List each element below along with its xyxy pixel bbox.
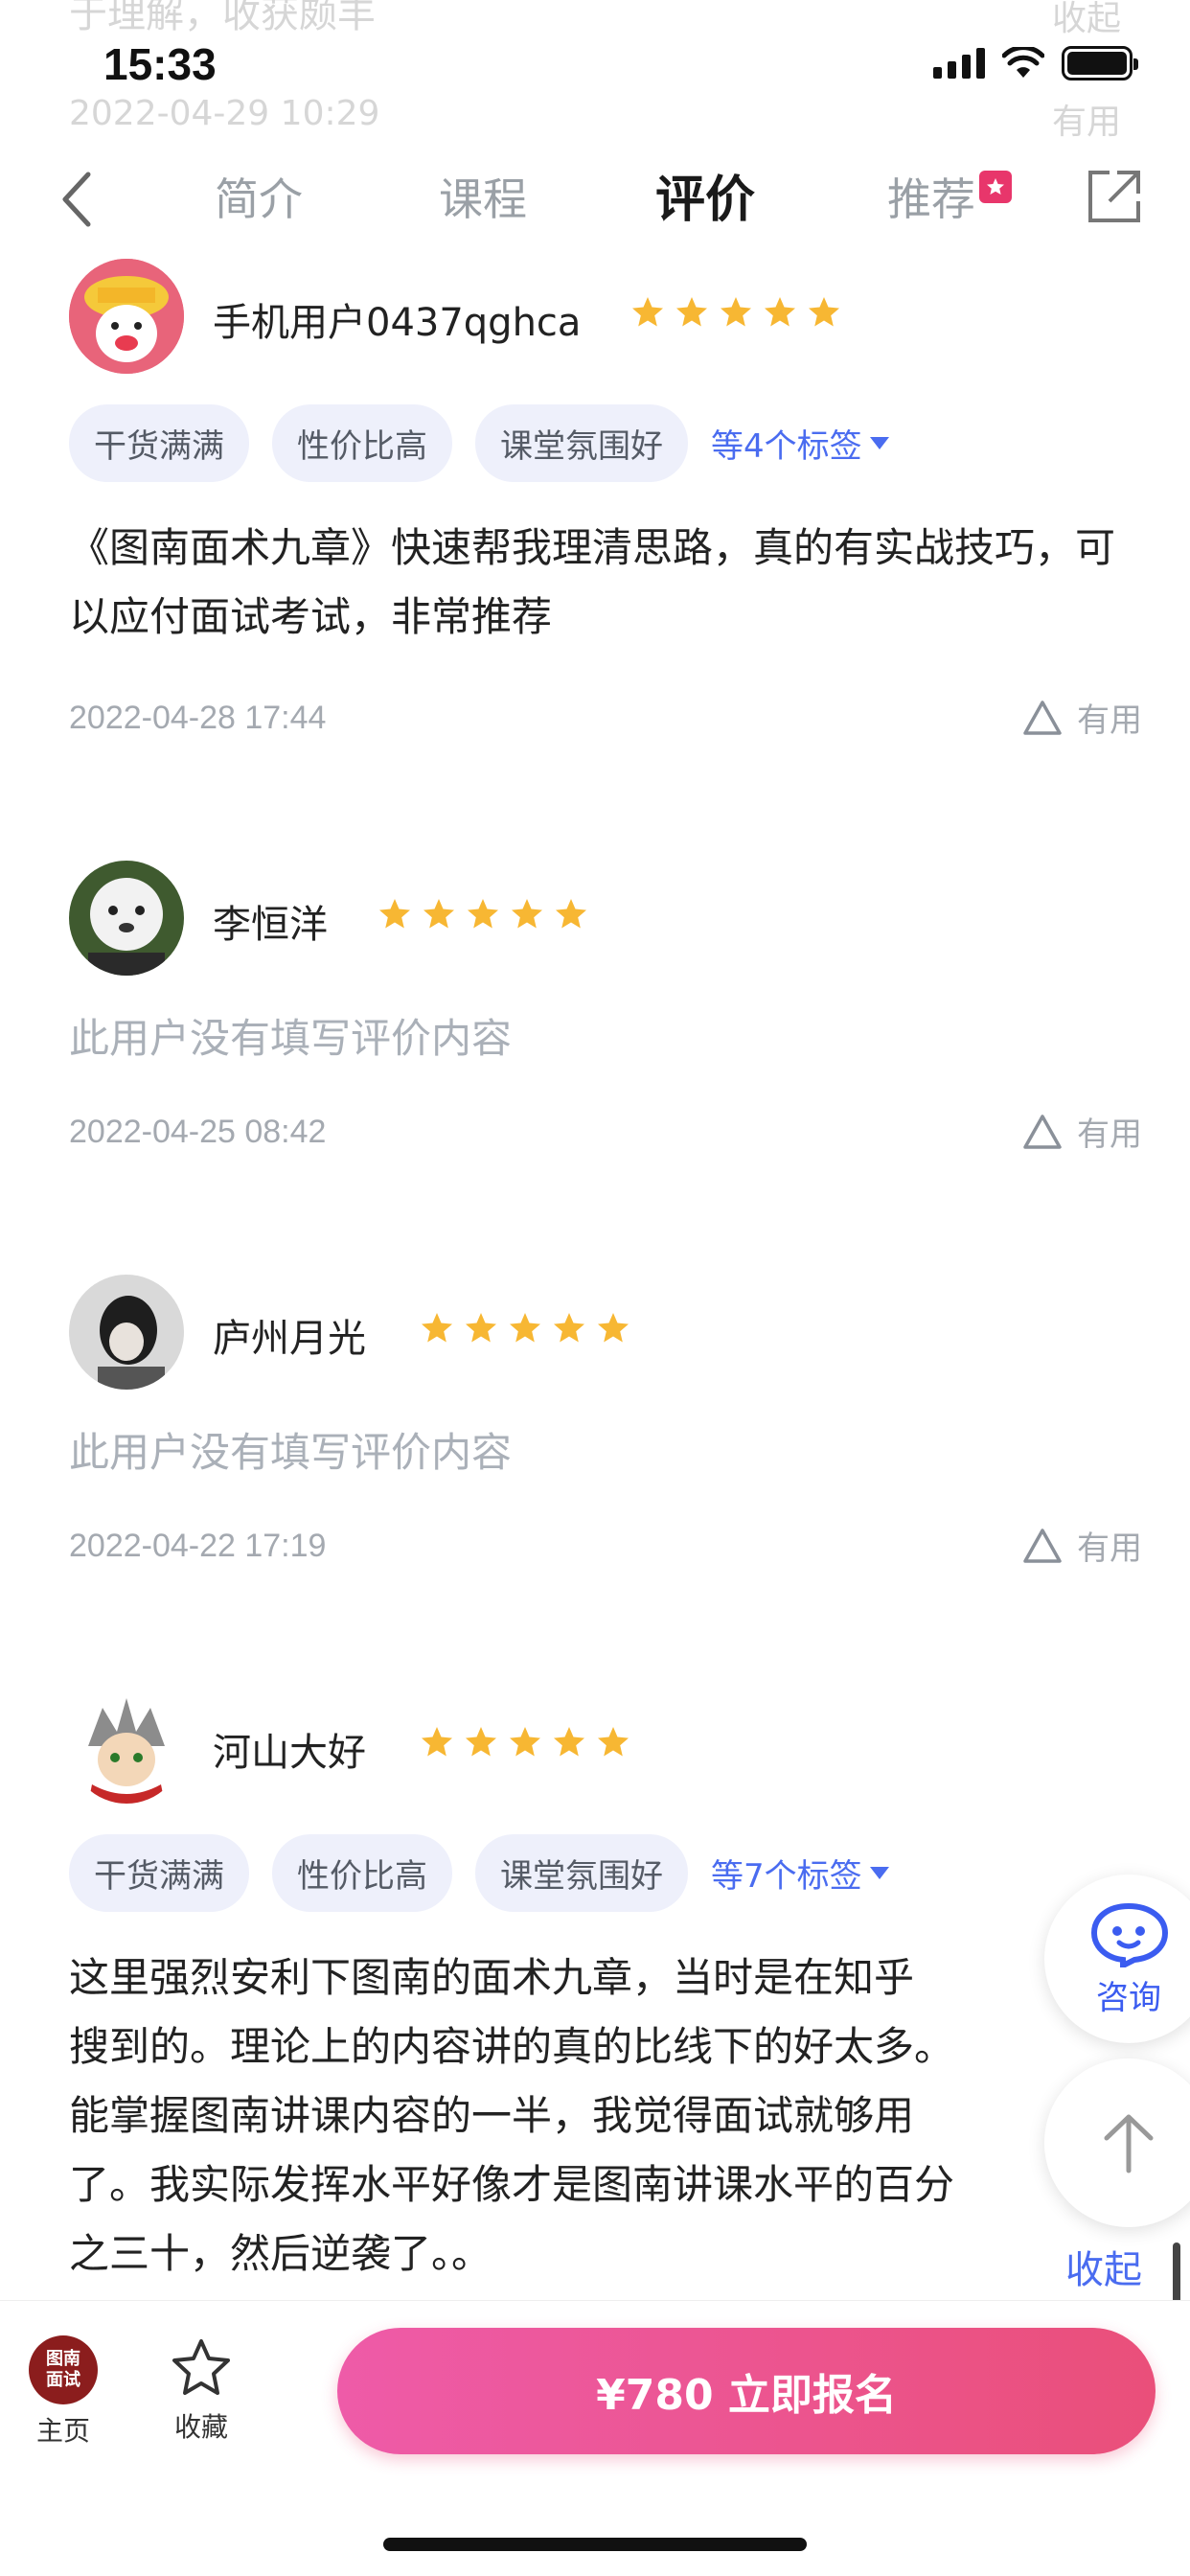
star-icon (596, 1725, 630, 1760)
thumbs-up-triangle-icon (1023, 1114, 1062, 1149)
more-tags-label: 等4个标签 (711, 427, 862, 466)
status-bar: 15:33 (0, 0, 1190, 134)
star-icon (420, 1311, 454, 1346)
review-text-line: 这里强烈安利下图南的面术九章，当时是在知乎 (69, 1954, 915, 2001)
tag-list: 干货满满 性价比高 课堂氛围好 等4个标签 (69, 404, 889, 482)
consult-label: 咨询 (1096, 1978, 1161, 2017)
tag: 课堂氛围好 (475, 404, 688, 482)
review-text-line: 了。我实际发挥水平好像才是图南讲课水平的百分 (69, 2161, 955, 2208)
battery-icon (1062, 46, 1138, 80)
tag-list: 干货满满 性价比高 课堂氛围好 等7个标签 (69, 1834, 889, 1912)
star-icon (378, 897, 412, 932)
username: 手机用户0437qghca (213, 301, 582, 345)
collapse-button[interactable]: 收起 (1065, 2239, 1142, 2294)
home-indicator (383, 2538, 807, 2551)
avatar[interactable] (69, 1275, 184, 1390)
chevron-left-icon (62, 172, 91, 227)
back-button[interactable] (48, 161, 105, 238)
share-button[interactable] (1081, 163, 1148, 230)
tab-intro[interactable]: 简介 (215, 165, 303, 228)
star-icon (422, 897, 456, 932)
enroll-button[interactable]: ¥780 立即报名 (337, 2328, 1156, 2454)
username: 河山大好 (213, 1731, 366, 1775)
star-icon (552, 1725, 586, 1760)
useful-label: 有用 (1077, 702, 1142, 740)
star-rating (630, 295, 841, 330)
tab-recommend[interactable]: 推荐 (887, 165, 975, 228)
star-icon (464, 1725, 498, 1760)
status-time: 15:33 (103, 39, 217, 89)
share-icon (1088, 171, 1140, 222)
wifi-icon (1002, 47, 1044, 78)
review-text-line: 能掌握图南讲课内容的一半，我觉得面试就够用 (69, 2092, 915, 2139)
arrow-up-icon (1104, 2114, 1154, 2174)
star-icon (675, 295, 709, 330)
favorite-label: 收藏 (173, 2411, 228, 2443)
star-icon (508, 1725, 542, 1760)
more-tags-toggle[interactable]: 等7个标签 (711, 1850, 889, 1897)
home-button[interactable]: 图南 面试 主页 (29, 2335, 98, 2449)
star-icon (508, 1311, 542, 1346)
useful-button[interactable]: 有用 (1021, 1108, 1142, 1155)
useful-label: 有用 (1077, 1116, 1142, 1154)
review-text: 这里强烈安利下图南的面术九章，当时是在知乎 搜到的。理论上的内容讲的真的比线下的… (69, 1944, 1142, 2288)
bottom-bar: 图南 面试 主页 收藏 ¥780 立即报名 (0, 2300, 1190, 2576)
more-tags-toggle[interactable]: 等4个标签 (711, 420, 889, 467)
star-icon (554, 897, 588, 932)
review-list: 手机用户0437qghca 干货满满 性价比高 课堂氛围好 等4个标签 《图南面… (23, 259, 1167, 2300)
tag: 课堂氛围好 (475, 1834, 688, 1912)
star-icon (719, 295, 753, 330)
tag: 干货满满 (69, 404, 249, 482)
tab-review[interactable]: 评价 (655, 159, 756, 231)
star-icon (630, 295, 665, 330)
tab-review-label: 评价 (655, 172, 756, 229)
star-rating (420, 1725, 630, 1760)
useful-button[interactable]: 有用 (1021, 1522, 1142, 1569)
chat-bot-icon (1090, 1902, 1169, 1967)
star-rating (378, 897, 588, 932)
favorite-button[interactable]: 收藏 (169, 2335, 234, 2445)
star-icon (596, 1311, 630, 1346)
review-text-line: 搜到的。理论上的内容讲的真的比线下的好太多。 (69, 2023, 955, 2070)
star-icon (763, 295, 797, 330)
review-text: 《图南面术九章》快速帮我理清思路，真的有实战技巧，可以应付面试考试，非常推荐 (69, 524, 1116, 640)
cellular-signal-icon (933, 48, 985, 79)
useful-button[interactable]: 有用 (1021, 694, 1142, 741)
tab-course[interactable]: 课程 (439, 165, 527, 228)
home-label: 主页 (35, 2415, 90, 2447)
review-text-empty: 此用户没有填写评价内容 (69, 1429, 513, 1476)
review-date: 2022-04-25 08:42 (69, 1114, 327, 1150)
thumbs-up-triangle-icon (1023, 1528, 1062, 1563)
star-icon (807, 295, 841, 330)
username: 李恒洋 (213, 903, 328, 947)
star-icon (510, 897, 544, 932)
star-icon (420, 1725, 454, 1760)
nav-bar: 简介 课程 评价 推荐 (0, 144, 1190, 259)
caret-down-icon (869, 1867, 889, 1879)
star-icon (466, 897, 500, 932)
avatar[interactable] (69, 861, 184, 976)
review-date: 2022-04-22 17:19 (69, 1528, 327, 1564)
more-tags-label: 等7个标签 (711, 1857, 862, 1896)
status-icons (933, 46, 1138, 80)
star-icon (464, 1311, 498, 1346)
avatar[interactable] (69, 1689, 184, 1804)
tag: 干货满满 (69, 1834, 249, 1912)
tag: 性价比高 (272, 1834, 452, 1912)
avatar[interactable] (69, 259, 184, 374)
star-rating (420, 1311, 630, 1346)
recommend-badge-icon (979, 171, 1012, 203)
tag: 性价比高 (272, 404, 452, 482)
username: 庐州月光 (213, 1317, 366, 1361)
thumbs-up-triangle-icon (1023, 700, 1062, 735)
brand-logo: 图南 面试 (29, 2335, 98, 2404)
review-text-empty: 此用户没有填写评价内容 (69, 1015, 513, 1062)
useful-label: 有用 (1077, 1530, 1142, 1568)
review-date: 2022-04-28 17:44 (69, 700, 327, 736)
caret-down-icon (869, 437, 889, 449)
star-icon (552, 1311, 586, 1346)
star-outline-icon (172, 2339, 230, 2395)
review-text-line: 之三十，然后逆袭了。。 (69, 2230, 492, 2277)
